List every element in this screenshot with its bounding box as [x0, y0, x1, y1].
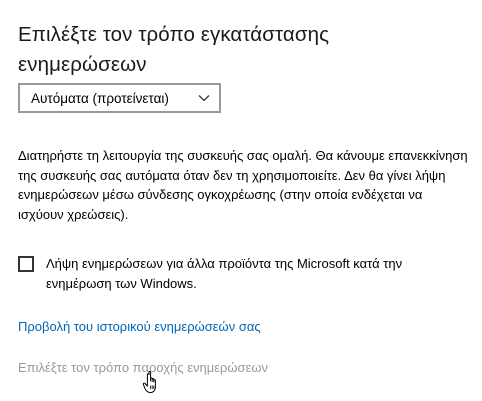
other-products-checkbox[interactable]: [18, 256, 34, 272]
install-mode-selected-value: Αυτόματα (προτείνεται): [31, 90, 169, 106]
install-mode-description: Διατηρήστε τη λειτουργία της συσκευής σα…: [18, 146, 468, 224]
page-title: Επιλέξτε τον τρόπο εγκατάστασης ενημερώσ…: [18, 22, 330, 76]
chevron-down-icon: [198, 95, 210, 102]
view-update-history-link[interactable]: Προβολή του ιστορικού ενημερώσεών σας: [18, 317, 261, 337]
other-products-label[interactable]: Λήψη ενημερώσεων για άλλα προϊόντα της M…: [46, 254, 466, 294]
other-products-option[interactable]: Λήψη ενημερώσεων για άλλα προϊόντα της M…: [18, 254, 468, 294]
install-mode-dropdown[interactable]: Αυτόματα (προτείνεται): [18, 83, 221, 113]
description-text: Διατηρήστε τη λειτουργία της συσκευής σα…: [18, 148, 468, 222]
hand-pointer-icon: [142, 370, 156, 394]
